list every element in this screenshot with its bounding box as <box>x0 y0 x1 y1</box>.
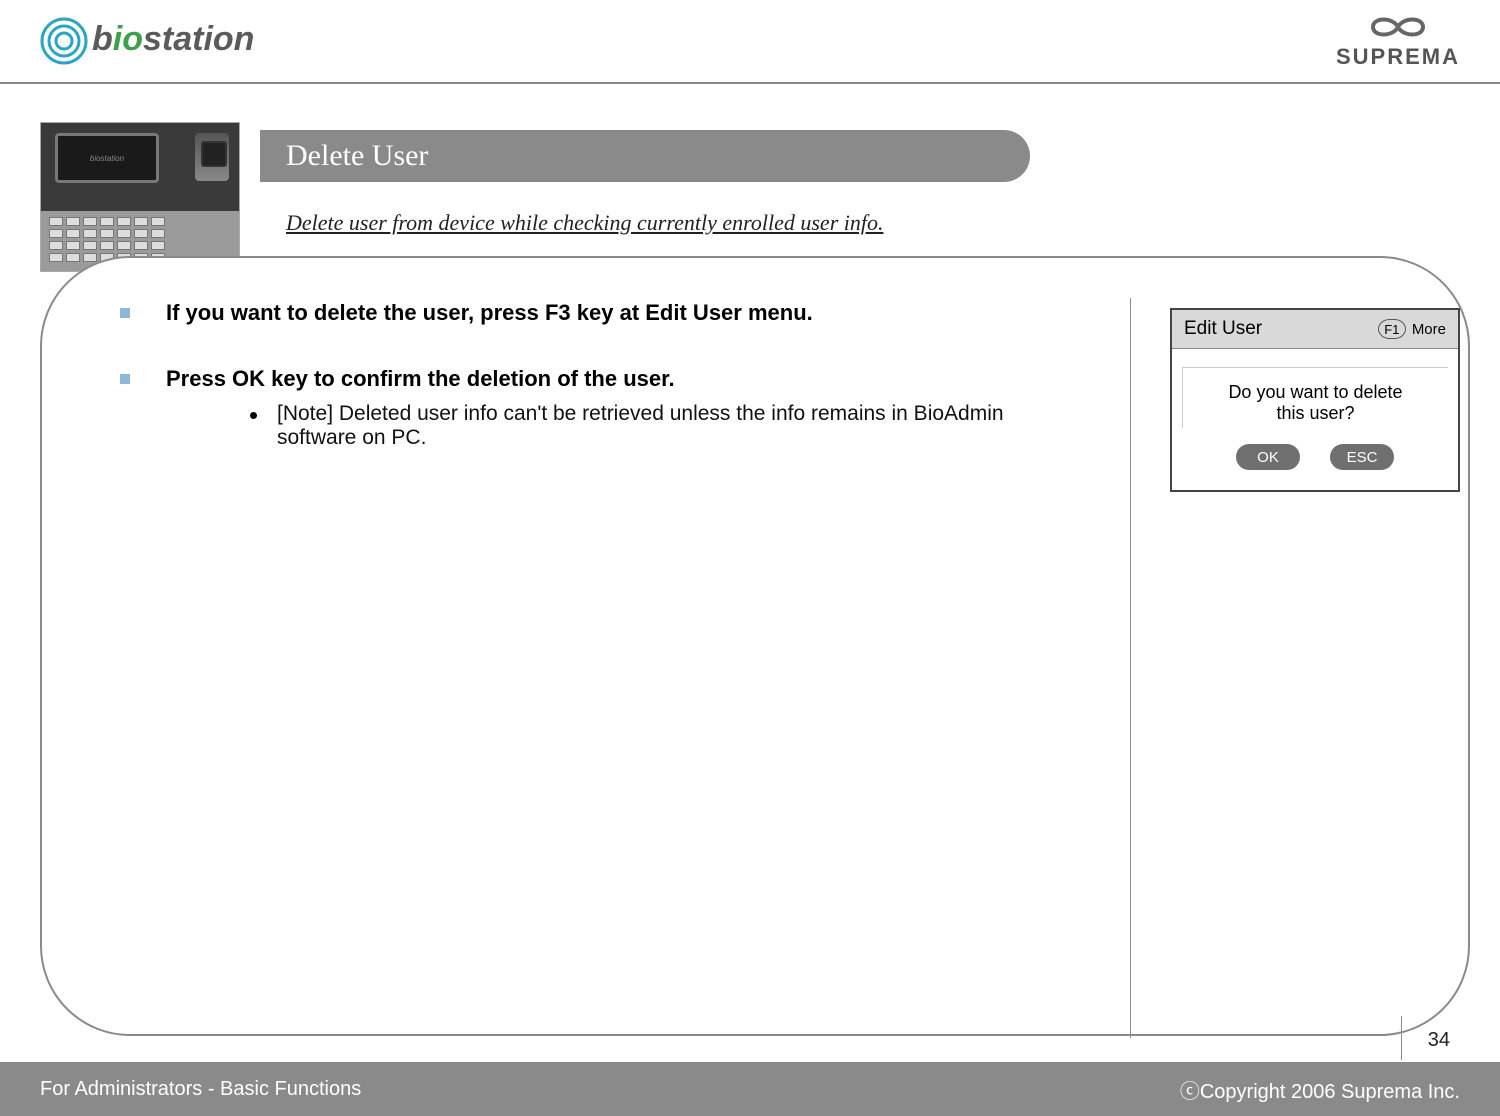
bullet-square-icon <box>120 308 130 318</box>
instruction-heading: If you want to delete the user, press F3… <box>166 300 813 326</box>
logo-suprema-text: SUPREMA <box>1336 44 1460 70</box>
dialog-prompt-line: Do you want to delete <box>1193 382 1438 403</box>
dialog-title: Edit User <box>1184 318 1262 340</box>
thumbnail-finger-sensor <box>195 133 229 181</box>
footer-left: For Administrators - Basic Functions <box>40 1078 361 1101</box>
page-number-divider <box>1401 1016 1402 1060</box>
vertical-divider <box>1130 298 1131 1038</box>
page-footer: For Administrators - Basic Functions ⓒCo… <box>0 1062 1500 1116</box>
logo-biostation-text: biostation <box>92 20 254 59</box>
thumbnail-screen: biostation <box>55 133 159 183</box>
instruction-note-text: [Note] Deleted user info can't be retrie… <box>277 402 1030 450</box>
instruction-item: If you want to delete the user, press F3… <box>120 300 1080 326</box>
dialog-prompt-line: this user? <box>1193 403 1438 424</box>
device-thumbnail: biostation <box>40 122 240 272</box>
section-title: Delete User <box>260 130 1030 182</box>
dialog-prompt: Do you want to delete this user? <box>1182 367 1448 428</box>
dialog-more[interactable]: F1 More <box>1378 319 1446 339</box>
instruction-heading: Press OK key to confirm the deletion of … <box>166 366 675 392</box>
bullet-square-icon <box>120 374 130 384</box>
dialog-more-label: More <box>1412 321 1446 338</box>
instruction-item: Press OK key to confirm the deletion of … <box>120 366 1080 450</box>
bullet-dot-icon <box>250 412 257 419</box>
instructions: If you want to delete the user, press F3… <box>120 300 1080 490</box>
instruction-note: [Note] Deleted user info can't be retrie… <box>250 402 1030 450</box>
ok-button[interactable]: OK <box>1236 444 1300 470</box>
esc-button[interactable]: ESC <box>1330 444 1394 470</box>
page-header: biostation SUPREMA <box>0 0 1500 84</box>
section-subtitle: Delete user from device while checking c… <box>286 210 883 236</box>
device-dialog: Edit User F1 More Do you want to delete … <box>1170 308 1460 492</box>
fingerprint-swirl-icon <box>40 17 88 65</box>
infinity-icon <box>1363 12 1433 42</box>
f1-key-icon: F1 <box>1378 319 1406 339</box>
page-number: 34 <box>1428 1029 1450 1052</box>
dialog-header: Edit User F1 More <box>1172 310 1458 349</box>
footer-right: ⓒCopyright 2006 Suprema Inc. <box>1180 1075 1460 1104</box>
logo-biostation: biostation <box>40 17 254 65</box>
logo-suprema: SUPREMA <box>1336 12 1460 70</box>
